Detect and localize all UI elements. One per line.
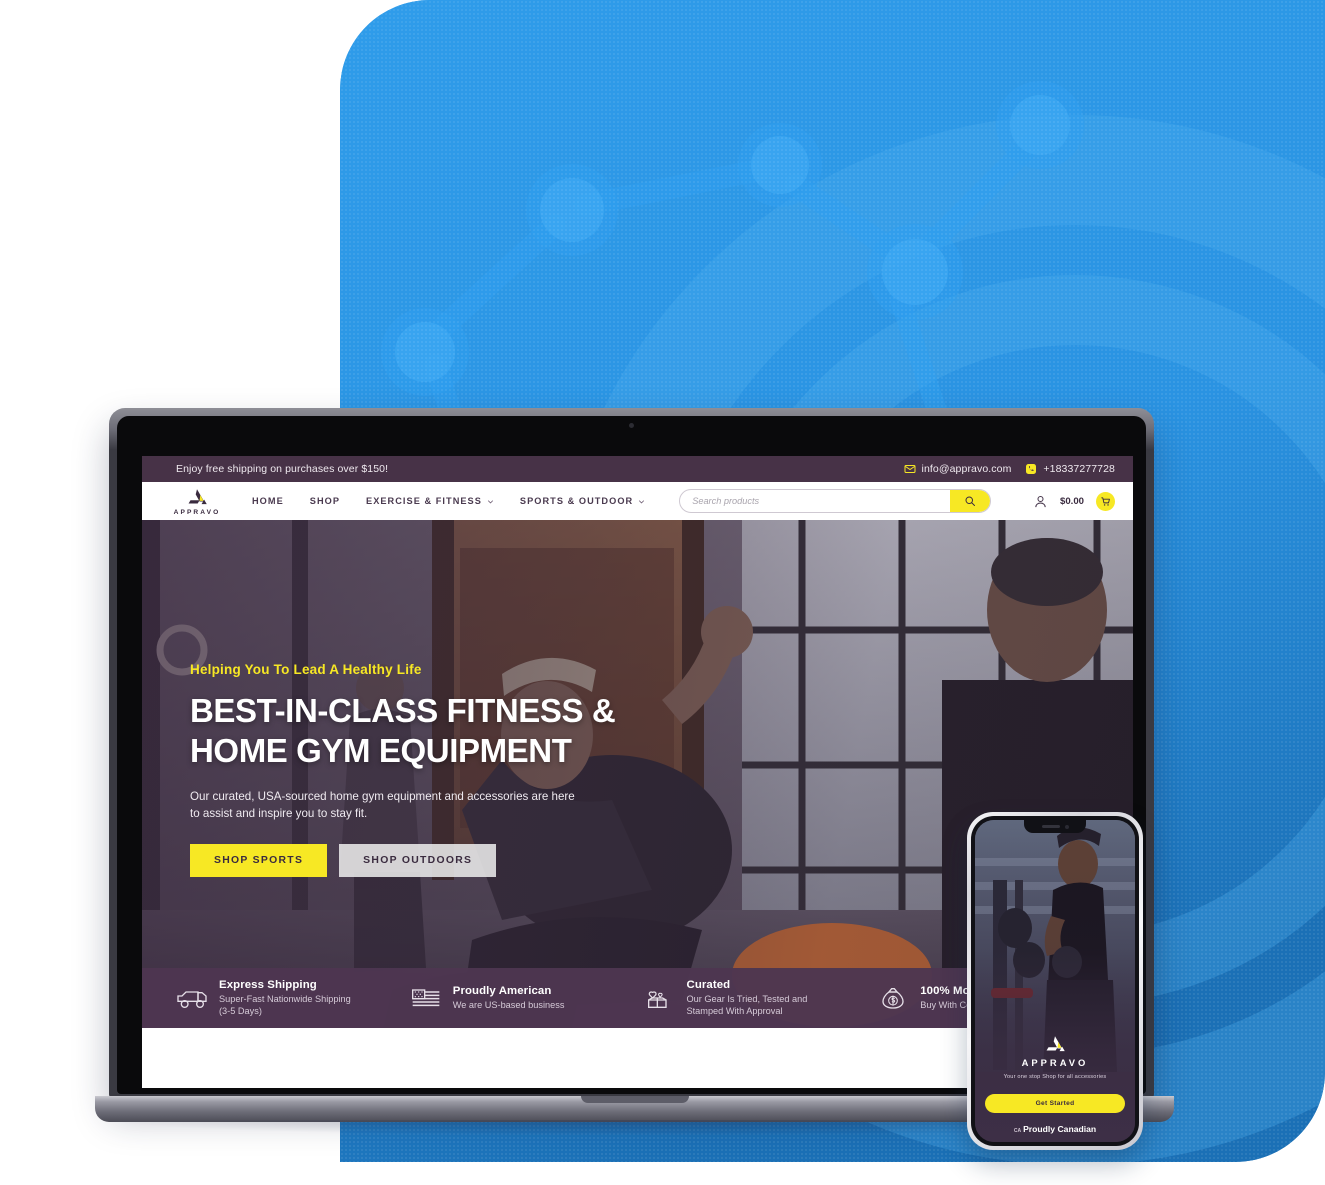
feature-sub: Our Gear Is Tried, Tested and Stamped Wi…: [687, 993, 808, 1017]
chevron-down-icon: [639, 499, 645, 504]
nav-item-shop[interactable]: SHOP: [310, 496, 340, 506]
site-topbar: Enjoy free shipping on purchases over $1…: [142, 456, 1133, 482]
laptop-camera-icon: [629, 423, 634, 428]
feature-sub-line1: Super-Fast Nationwide Shipping: [219, 993, 351, 1004]
phone-camera-icon: [1064, 824, 1069, 829]
feature-title: Curated: [686, 978, 731, 991]
get-started-button[interactable]: Get Started: [985, 1094, 1125, 1113]
phone-tagline: Your one stop Shop for all accessories: [1003, 1074, 1107, 1080]
feature-sub-line2: (3-5 Days): [219, 1006, 262, 1016]
hero-headline: BEST-IN-CLASS FITNESS & HOME GYM EQUIPME…: [190, 691, 750, 772]
phone-contact[interactable]: +18337277728: [1025, 463, 1115, 475]
phone-screen: APPRAVO Your one stop Shop for all acces…: [975, 820, 1135, 1142]
nav-item-sports-outdoor[interactable]: SPORTS & OUTDOOR: [520, 496, 645, 506]
usa-flag-icon: [411, 989, 440, 1007]
feature-sub-line1: We are US-based business: [452, 999, 565, 1010]
search-icon: [965, 496, 976, 506]
search-input[interactable]: [680, 490, 951, 512]
chevron-down-icon: [487, 499, 494, 504]
shop-outdoors-button[interactable]: SHOP OUTDOORS: [339, 844, 497, 878]
shop-sports-button[interactable]: SHOP SPORTS: [190, 844, 328, 878]
nav-label: HOME: [252, 496, 284, 506]
promo-text: Enjoy free shipping on purchases over $1…: [176, 463, 389, 475]
brand-logo[interactable]: APPRAVO: [168, 487, 226, 516]
main-menu: HOME SHOP EXERCISE & FITNESS SPORTS & OU…: [252, 496, 645, 506]
feature-text: Express Shipping Super-Fast Nationwide S…: [219, 979, 351, 1017]
user-icon[interactable]: [1033, 494, 1048, 509]
feature-sub: Super-Fast Nationwide Shipping (3-5 Days…: [219, 993, 351, 1017]
feature-text: Curated Our Gear Is Tried, Tested and St…: [687, 979, 808, 1017]
search-button[interactable]: [950, 490, 991, 512]
nav-item-home[interactable]: HOME: [252, 496, 284, 506]
feature-curated: Curated Our Gear Is Tried, Tested and St…: [644, 979, 878, 1017]
feature-sub-line2: Stamped With Approval: [686, 1006, 783, 1016]
hero-cta-row: SHOP SPORTS SHOP OUTDOORS: [190, 844, 750, 878]
phone-body: APPRAVO Your one stop Shop for all acces…: [971, 816, 1139, 1146]
nav-label: SPORTS & OUTDOOR: [519, 496, 634, 506]
hero-subcopy-line2: to assist and inspire you to stay fit.: [190, 806, 368, 820]
feature-title: Express Shipping: [219, 978, 317, 991]
phone-content: APPRAVO Your one stop Shop for all acces…: [975, 1034, 1135, 1142]
feature-text: Proudly American We are US-based busines…: [453, 985, 565, 1011]
brand-wordmark: APPRAVO: [173, 508, 221, 516]
search-bar[interactable]: [679, 489, 992, 513]
phone-footer-text: Proudly Canadian: [1023, 1124, 1097, 1134]
shopping-cart-icon: [1101, 496, 1110, 506]
gift-box-heart-icon: [647, 991, 667, 1008]
appravo-logo-icon: [188, 488, 207, 504]
hero-eyebrow: Helping You To Lead A Healthy Life: [190, 662, 422, 677]
feature-sub: We are US-based business: [453, 999, 565, 1011]
hero-headline-line1: BEST-IN-CLASS FITNESS &: [190, 692, 616, 729]
money-bag-icon: [882, 988, 904, 1009]
cart-button[interactable]: [1096, 491, 1115, 511]
phone-notch: [1024, 820, 1086, 833]
truck-icon: [177, 991, 207, 1008]
email-contact[interactable]: info@appravo.com: [904, 463, 1012, 475]
nav-actions: $0.00: [1033, 491, 1119, 511]
feature-sub-line1: Our Gear Is Tried, Tested and: [686, 993, 808, 1004]
site-navbar: APPRAVO HOME SHOP EXERCISE & FITNESS SPO…: [142, 482, 1133, 520]
hero-subcopy: Our curated, USA-sourced home gym equipm…: [190, 788, 610, 823]
nav-label: SHOP: [309, 496, 341, 506]
feature-title: Proudly American: [452, 984, 552, 997]
phone-speaker-icon: [1041, 825, 1060, 828]
phone-mockup: APPRAVO Your one stop Shop for all acces…: [967, 812, 1143, 1150]
screenshot-stage: Enjoy free shipping on purchases over $1…: [0, 0, 1325, 1185]
feature-proudly-american: Proudly American We are US-based busines…: [410, 983, 644, 1013]
phone-footer: CA Proudly Canadian: [1014, 1124, 1096, 1134]
email-text: info@appravo.com: [921, 463, 1012, 475]
phone-icon: [1026, 464, 1037, 474]
hero-subcopy-line1: Our curated, USA-sourced home gym equipm…: [190, 789, 575, 803]
nav-label: EXERCISE & FITNESS: [366, 496, 482, 506]
phone-frame: APPRAVO Your one stop Shop for all acces…: [967, 812, 1143, 1150]
hero-copy: Helping You To Lead A Healthy Life BEST-…: [190, 662, 750, 878]
nav-item-exercise-fitness[interactable]: EXERCISE & FITNESS: [366, 496, 494, 506]
cart-total: $0.00: [1059, 495, 1084, 507]
mail-icon: [904, 465, 916, 473]
phone-text: +18337277728: [1043, 463, 1115, 475]
feature-express-shipping: Express Shipping Super-Fast Nationwide S…: [176, 979, 410, 1017]
phone-footer-prefix: CA: [1013, 1128, 1022, 1134]
appravo-logo-icon: [1046, 1036, 1065, 1052]
hero-headline-line2: HOME GYM EQUIPMENT: [190, 732, 572, 770]
phone-wordmark: APPRAVO: [1021, 1057, 1089, 1068]
